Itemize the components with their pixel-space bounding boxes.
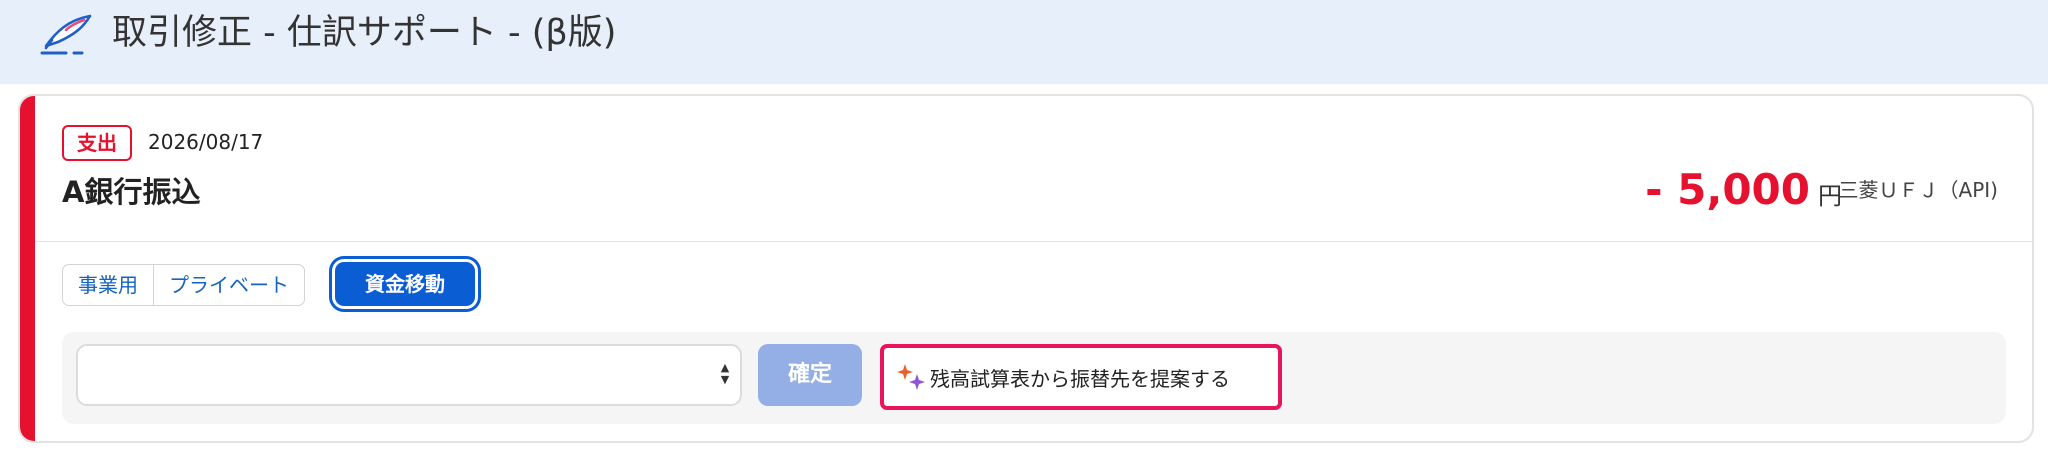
transaction-title: A銀行振込 [62, 175, 201, 209]
card-divider [35, 241, 2032, 242]
category-segmented-control: 事業用 プライベート [62, 264, 305, 306]
expense-badge: 支出 [62, 125, 132, 161]
page-header: 取引修正 - 仕訳サポート - (β版) [0, 0, 2048, 84]
confirm-button[interactable]: 確定 [758, 344, 862, 406]
tab-private[interactable]: プライベート [154, 265, 304, 305]
transfer-account-select[interactable]: ▲ ▼ [76, 344, 742, 406]
fund-transfer-button[interactable]: 資金移動 [332, 259, 478, 309]
journal-action-panel: ▲ ▼ 確定 残高試算表から振替先を提案する [62, 332, 2006, 424]
transaction-card: 支出 2026/08/17 A銀行振込 - 5,000 円 三菱ＵＦＪ（API)… [18, 94, 2034, 443]
transaction-amount: - 5,000 [1645, 165, 1810, 214]
account-name: 三菱ＵＦＪ（API) [1838, 178, 1998, 202]
page-title: 取引修正 - 仕訳サポート - (β版) [112, 13, 617, 53]
expense-accent-bar [20, 96, 35, 441]
sparkle-icon [897, 364, 925, 390]
suggest-transfer-button[interactable]: 残高試算表から振替先を提案する [880, 344, 1282, 410]
suggest-transfer-label: 残高試算表から振替先を提案する [930, 366, 1230, 391]
transaction-date: 2026/08/17 [148, 130, 264, 154]
tab-business[interactable]: 事業用 [63, 265, 154, 305]
feather-pen-icon [40, 14, 92, 55]
select-arrows-icon: ▲ ▼ [720, 361, 730, 386]
